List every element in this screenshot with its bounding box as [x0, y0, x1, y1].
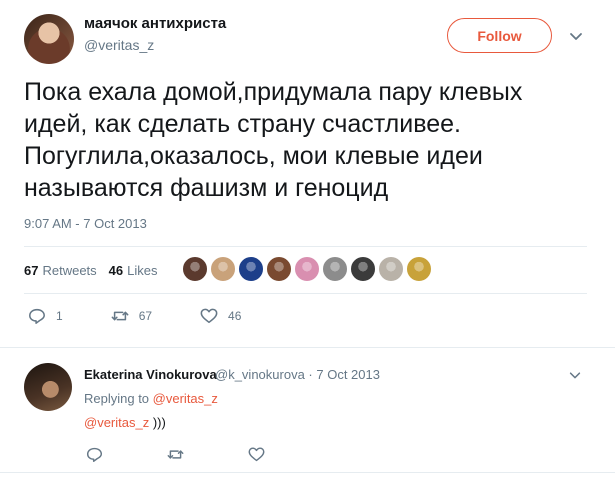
heart-icon	[200, 308, 218, 324]
retweet-icon[interactable]	[167, 446, 184, 463]
reply-author-handle[interactable]: @k_vinokurova	[215, 367, 305, 382]
liker-avatar[interactable]	[350, 256, 376, 282]
tweet-stats: 67 Retweets 46 Likes	[24, 260, 170, 280]
liker-avatar[interactable]	[210, 256, 236, 282]
liker-avatar[interactable]	[238, 256, 264, 282]
divider	[0, 347, 615, 348]
chevron-down-icon[interactable]	[568, 28, 584, 44]
divider	[0, 472, 615, 473]
reply-mention-link[interactable]: @veritas_z	[84, 415, 149, 430]
liker-avatar[interactable]	[378, 256, 404, 282]
reply-meta: @k_vinokurova · 7 Oct 2013	[215, 367, 380, 382]
reply-icon	[29, 308, 45, 324]
tweet-text: Пока ехала домой,придумала пару клевых и…	[24, 78, 523, 202]
liker-avatar[interactable]	[266, 256, 292, 282]
like-action[interactable]: 46	[200, 307, 241, 325]
reply-icon[interactable]	[86, 446, 103, 463]
retweet-action[interactable]: 67	[111, 307, 152, 325]
retweet-count: 67	[138, 309, 153, 323]
divider	[24, 246, 587, 247]
like-count: 46	[228, 309, 242, 323]
author-avatar[interactable]	[24, 14, 74, 64]
divider	[24, 293, 587, 294]
reply-author-avatar[interactable]	[24, 363, 72, 411]
reply-date[interactable]: 7 Oct 2013	[316, 367, 380, 382]
reply-action[interactable]: 1	[28, 307, 63, 325]
follow-button[interactable]: Follow	[447, 18, 552, 53]
replying-to-line: Replying to @veritas_z	[84, 391, 218, 406]
author-display-name[interactable]: маячок антихриста	[84, 15, 226, 32]
liker-avatar[interactable]	[182, 256, 208, 282]
likes-label[interactable]: Likes	[127, 263, 157, 278]
likes-count[interactable]: 46	[109, 263, 123, 278]
chevron-down-icon[interactable]	[568, 368, 582, 382]
replying-prefix: Replying to	[84, 391, 150, 406]
reply-count: 1	[56, 309, 63, 323]
reply-text: @veritas_z )))	[84, 415, 166, 430]
liker-avatars	[182, 256, 434, 282]
author-handle[interactable]: @veritas_z	[84, 37, 154, 53]
retweets-count[interactable]: 67	[24, 263, 38, 278]
tweet-actions: 1 67 46	[28, 307, 289, 325]
liker-avatar[interactable]	[294, 256, 320, 282]
liker-avatar[interactable]	[406, 256, 432, 282]
tweet-card: маячок антихриста @veritas_z Follow Пока…	[0, 0, 615, 477]
reply-author-name[interactable]: Ekaterina Vinokurova	[84, 367, 217, 382]
heart-icon[interactable]	[248, 446, 265, 463]
reply-actions	[86, 446, 329, 463]
liker-avatar[interactable]	[322, 256, 348, 282]
tweet-timestamp[interactable]: 9:07 AM - 7 Oct 2013	[24, 216, 147, 231]
retweet-icon	[111, 311, 129, 321]
retweets-label[interactable]: Retweets	[42, 263, 96, 278]
reply-body: )))	[149, 415, 166, 430]
replying-to-link[interactable]: @veritas_z	[153, 391, 218, 406]
